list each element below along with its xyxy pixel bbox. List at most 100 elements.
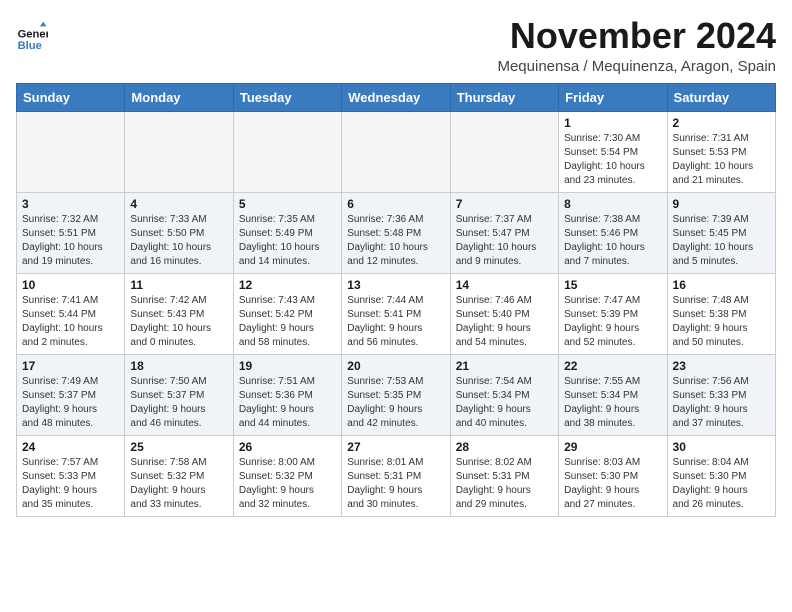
day-number: 24	[22, 440, 119, 454]
calendar-cell: 22 Sunrise: 7:55 AM Sunset: 5:34 PM Dayli…	[559, 354, 667, 435]
calendar-cell: 25Sunrise: 7:58 AM Sunset: 5:32 PM Dayli…	[125, 435, 233, 516]
day-info: Sunrise: 7:43 AM Sunset: 5:42 PM Dayligh…	[239, 294, 336, 350]
day-info: Sunrise: 7:38 AM Sunset: 5:46 PM Dayligh…	[564, 213, 661, 269]
calendar-cell: 4 Sunrise: 7:33 AM Sunset: 5:50 PM Daylig…	[125, 192, 233, 273]
calendar-cell: 23Sunrise: 7:56 AM Sunset: 5:33 PM Dayli…	[667, 354, 775, 435]
calendar-cell	[342, 111, 450, 192]
day-info: Sunrise: 8:01 AM Sunset: 5:31 PM Dayligh…	[347, 456, 444, 512]
calendar-cell: 5 Sunrise: 7:35 AM Sunset: 5:49 PM Daylig…	[233, 192, 341, 273]
week-row-3: 17 Sunrise: 7:49 AM Sunset: 5:37 PM Dayli…	[17, 354, 776, 435]
day-number: 18	[130, 359, 227, 373]
calendar-header: SundayMondayTuesdayWednesdayThursdayFrid…	[17, 83, 776, 111]
day-number: 30	[673, 440, 770, 454]
calendar-cell: 15Sunrise: 7:47 AM Sunset: 5:39 PM Dayli…	[559, 273, 667, 354]
header-day-thursday: Thursday	[450, 83, 558, 111]
svg-text:General: General	[18, 29, 48, 41]
day-info: Sunrise: 7:30 AM Sunset: 5:54 PM Dayligh…	[564, 132, 661, 188]
logo-icon: General Blue	[16, 20, 48, 52]
day-info: Sunrise: 7:57 AM Sunset: 5:33 PM Dayligh…	[22, 456, 119, 512]
day-number: 27	[347, 440, 444, 454]
day-info: Sunrise: 7:49 AM Sunset: 5:37 PM Dayligh…	[22, 375, 119, 431]
day-info: Sunrise: 8:00 AM Sunset: 5:32 PM Dayligh…	[239, 456, 336, 512]
calendar-cell: 27 Sunrise: 8:01 AM Sunset: 5:31 PM Dayli…	[342, 435, 450, 516]
header-day-tuesday: Tuesday	[233, 83, 341, 111]
day-number: 22	[564, 359, 661, 373]
day-number: 6	[347, 197, 444, 211]
calendar-cell: 8 Sunrise: 7:38 AM Sunset: 5:46 PM Daylig…	[559, 192, 667, 273]
day-number: 23	[673, 359, 770, 373]
header-day-friday: Friday	[559, 83, 667, 111]
day-info: Sunrise: 7:37 AM Sunset: 5:47 PM Dayligh…	[456, 213, 553, 269]
calendar-cell: 30 Sunrise: 8:04 AM Sunset: 5:30 PM Dayli…	[667, 435, 775, 516]
header-day-monday: Monday	[125, 83, 233, 111]
calendar-cell: 18 Sunrise: 7:50 AM Sunset: 5:37 PM Dayli…	[125, 354, 233, 435]
calendar-cell	[450, 111, 558, 192]
day-info: Sunrise: 7:31 AM Sunset: 5:53 PM Dayligh…	[673, 132, 770, 188]
day-number: 5	[239, 197, 336, 211]
day-number: 17	[22, 359, 119, 373]
day-info: Sunrise: 8:04 AM Sunset: 5:30 PM Dayligh…	[673, 456, 770, 512]
day-number: 13	[347, 278, 444, 292]
day-info: Sunrise: 7:55 AM Sunset: 5:34 PM Dayligh…	[564, 375, 661, 431]
title-block: November 2024 Mequinensa / Mequinenza, A…	[497, 16, 776, 75]
location-subtitle: Mequinensa / Mequinenza, Aragon, Spain	[497, 58, 776, 75]
calendar-cell: 1Sunrise: 7:30 AM Sunset: 5:54 PM Daylig…	[559, 111, 667, 192]
day-info: Sunrise: 7:33 AM Sunset: 5:50 PM Dayligh…	[130, 213, 227, 269]
calendar-cell: 17 Sunrise: 7:49 AM Sunset: 5:37 PM Dayli…	[17, 354, 125, 435]
day-number: 11	[130, 278, 227, 292]
day-info: Sunrise: 7:32 AM Sunset: 5:51 PM Dayligh…	[22, 213, 119, 269]
header-row: SundayMondayTuesdayWednesdayThursdayFrid…	[17, 83, 776, 111]
day-info: Sunrise: 7:53 AM Sunset: 5:35 PM Dayligh…	[347, 375, 444, 431]
calendar-cell: 21 Sunrise: 7:54 AM Sunset: 5:34 PM Dayli…	[450, 354, 558, 435]
day-number: 8	[564, 197, 661, 211]
day-info: Sunrise: 7:54 AM Sunset: 5:34 PM Dayligh…	[456, 375, 553, 431]
day-number: 21	[456, 359, 553, 373]
calendar-cell	[17, 111, 125, 192]
calendar-cell: 24 Sunrise: 7:57 AM Sunset: 5:33 PM Dayli…	[17, 435, 125, 516]
calendar-cell: 9 Sunrise: 7:39 AM Sunset: 5:45 PM Daylig…	[667, 192, 775, 273]
calendar-cell: 11 Sunrise: 7:42 AM Sunset: 5:43 PM Dayli…	[125, 273, 233, 354]
calendar-cell	[125, 111, 233, 192]
day-number: 15	[564, 278, 661, 292]
day-info: Sunrise: 7:42 AM Sunset: 5:43 PM Dayligh…	[130, 294, 227, 350]
day-number: 20	[347, 359, 444, 373]
day-number: 2	[673, 116, 770, 130]
day-info: Sunrise: 7:51 AM Sunset: 5:36 PM Dayligh…	[239, 375, 336, 431]
calendar-cell: 14Sunrise: 7:46 AM Sunset: 5:40 PM Dayli…	[450, 273, 558, 354]
svg-text:Blue: Blue	[18, 40, 42, 52]
day-number: 19	[239, 359, 336, 373]
day-info: Sunrise: 7:36 AM Sunset: 5:48 PM Dayligh…	[347, 213, 444, 269]
calendar-cell	[233, 111, 341, 192]
calendar-cell: 29Sunrise: 8:03 AM Sunset: 5:30 PM Dayli…	[559, 435, 667, 516]
day-number: 4	[130, 197, 227, 211]
calendar-cell: 19 Sunrise: 7:51 AM Sunset: 5:36 PM Dayli…	[233, 354, 341, 435]
calendar: SundayMondayTuesdayWednesdayThursdayFrid…	[16, 83, 776, 517]
calendar-cell: 28Sunrise: 8:02 AM Sunset: 5:31 PM Dayli…	[450, 435, 558, 516]
calendar-cell: 3Sunrise: 7:32 AM Sunset: 5:51 PM Daylig…	[17, 192, 125, 273]
day-info: Sunrise: 7:48 AM Sunset: 5:38 PM Dayligh…	[673, 294, 770, 350]
day-number: 7	[456, 197, 553, 211]
header-day-sunday: Sunday	[17, 83, 125, 111]
header: General Blue November 2024 Mequinensa / …	[16, 16, 776, 75]
calendar-cell: 16 Sunrise: 7:48 AM Sunset: 5:38 PM Dayli…	[667, 273, 775, 354]
day-info: Sunrise: 7:39 AM Sunset: 5:45 PM Dayligh…	[673, 213, 770, 269]
logo: General Blue	[16, 20, 52, 52]
day-info: Sunrise: 7:44 AM Sunset: 5:41 PM Dayligh…	[347, 294, 444, 350]
calendar-cell: 10Sunrise: 7:41 AM Sunset: 5:44 PM Dayli…	[17, 273, 125, 354]
calendar-cell: 26Sunrise: 8:00 AM Sunset: 5:32 PM Dayli…	[233, 435, 341, 516]
day-number: 16	[673, 278, 770, 292]
day-info: Sunrise: 8:02 AM Sunset: 5:31 PM Dayligh…	[456, 456, 553, 512]
calendar-cell: 2 Sunrise: 7:31 AM Sunset: 5:53 PM Daylig…	[667, 111, 775, 192]
week-row-4: 24 Sunrise: 7:57 AM Sunset: 5:33 PM Dayli…	[17, 435, 776, 516]
calendar-cell: 6 Sunrise: 7:36 AM Sunset: 5:48 PM Daylig…	[342, 192, 450, 273]
day-info: Sunrise: 7:35 AM Sunset: 5:49 PM Dayligh…	[239, 213, 336, 269]
week-row-0: 1Sunrise: 7:30 AM Sunset: 5:54 PM Daylig…	[17, 111, 776, 192]
calendar-cell: 7 Sunrise: 7:37 AM Sunset: 5:47 PM Daylig…	[450, 192, 558, 273]
day-info: Sunrise: 7:50 AM Sunset: 5:37 PM Dayligh…	[130, 375, 227, 431]
week-row-2: 10Sunrise: 7:41 AM Sunset: 5:44 PM Dayli…	[17, 273, 776, 354]
day-number: 25	[130, 440, 227, 454]
calendar-cell: 20 Sunrise: 7:53 AM Sunset: 5:35 PM Dayli…	[342, 354, 450, 435]
day-number: 9	[673, 197, 770, 211]
day-info: Sunrise: 8:03 AM Sunset: 5:30 PM Dayligh…	[564, 456, 661, 512]
day-number: 10	[22, 278, 119, 292]
